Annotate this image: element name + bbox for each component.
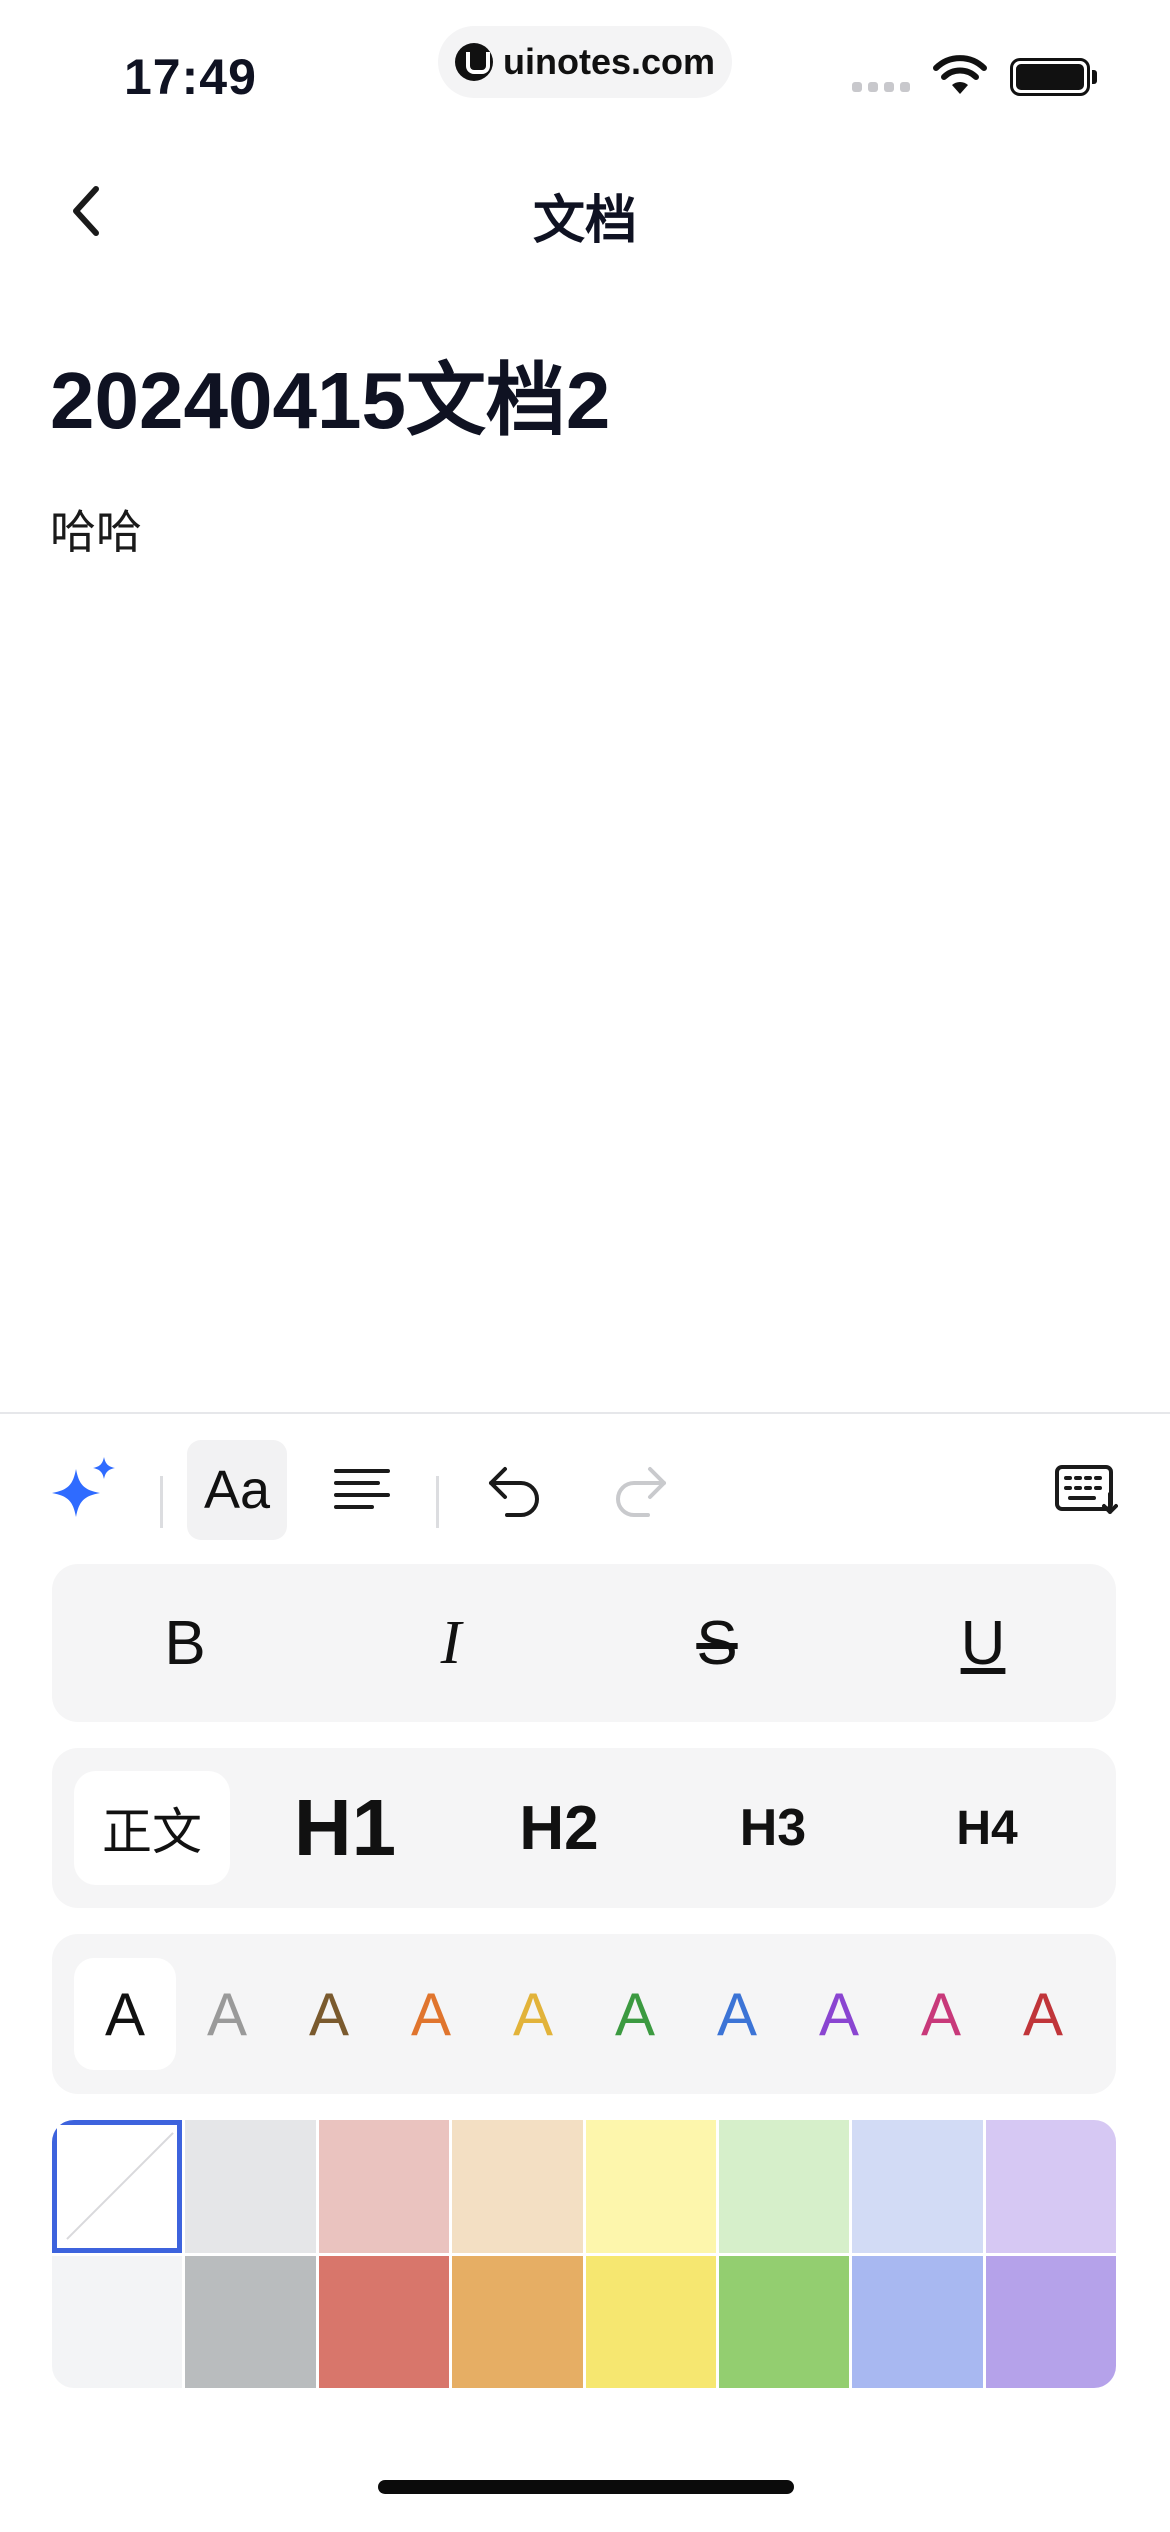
background-color-none-swatch[interactable] <box>52 2120 183 2253</box>
background-color-swatch[interactable] <box>852 2255 983 2388</box>
status-bar: 17:49 uinotes.com <box>0 0 1170 130</box>
document-body[interactable]: 哈哈 <box>50 496 142 562</box>
toolbar-divider <box>436 1476 439 1528</box>
font-color-label: A <box>614 1980 656 2048</box>
status-time: 17:49 <box>124 49 257 105</box>
font-color-orange[interactable]: A <box>380 1958 482 2070</box>
background-color-swatch[interactable] <box>318 2120 450 2253</box>
ai-sparkle-button[interactable] <box>34 1440 134 1540</box>
heading-label: H2 <box>519 1793 599 1863</box>
background-color-swatch[interactable] <box>985 2120 1116 2253</box>
background-color-grid <box>52 2120 1116 2388</box>
font-color-label: A <box>512 1980 554 2048</box>
italic-label: I <box>440 1608 462 1677</box>
font-color-label: A <box>206 1980 248 2048</box>
undo-button[interactable] <box>465 1440 565 1540</box>
font-color-yellow[interactable]: A <box>482 1958 584 2070</box>
align-button[interactable] <box>312 1440 412 1540</box>
font-color-label: A <box>104 1980 146 2048</box>
heading-label: H3 <box>739 1799 807 1857</box>
url-pill[interactable]: uinotes.com <box>438 26 732 98</box>
page-title: 文档 <box>532 192 637 250</box>
font-color-purple[interactable]: A <box>788 1958 890 2070</box>
formatting-panel: Aa B I S U 正文 H1 H2 H3 H4 A A A A A A A … <box>0 1412 1170 2532</box>
heading-h4-button[interactable]: H4 <box>880 1771 1094 1885</box>
text-format-button[interactable]: Aa <box>187 1440 287 1540</box>
wifi-icon <box>933 55 987 94</box>
font-color-pink[interactable]: A <box>890 1958 992 2070</box>
underline-label: U <box>960 1608 1006 1678</box>
heading-label: H4 <box>956 1801 1018 1855</box>
heading-h3-button[interactable]: H3 <box>666 1771 880 1885</box>
cellular-signal-icon <box>852 82 910 92</box>
background-color-swatch[interactable] <box>452 2120 583 2253</box>
font-color-brown[interactable]: A <box>278 1958 380 2070</box>
underline-button[interactable]: U <box>850 1564 1116 1722</box>
italic-button[interactable]: I <box>318 1564 584 1722</box>
undo-icon <box>489 1467 539 1517</box>
heading-body-button[interactable]: 正文 <box>74 1771 230 1885</box>
font-color-label: A <box>818 1980 860 2048</box>
text-style-row: B I S U <box>52 1564 1116 1722</box>
document-title[interactable]: 20240415文档2 <box>50 336 610 452</box>
keyboard-hide-icon <box>1055 1465 1118 1514</box>
font-color-gray[interactable]: A <box>176 1958 278 2070</box>
background-color-swatch[interactable] <box>452 2255 583 2388</box>
bold-label: B <box>164 1608 206 1678</box>
background-color-swatch[interactable] <box>585 2255 716 2388</box>
heading-row: 正文 H1 H2 H3 H4 <box>52 1748 1116 1908</box>
background-color-swatch[interactable] <box>185 2255 316 2388</box>
hide-keyboard-button[interactable] <box>1036 1440 1136 1540</box>
font-color-red[interactable]: A <box>992 1958 1094 2070</box>
toolbar-divider <box>160 1476 163 1528</box>
strikethrough-label: S <box>696 1608 738 1678</box>
heading-h1-button[interactable]: H1 <box>238 1771 452 1885</box>
font-color-label: A <box>1022 1980 1064 2048</box>
screen: 17:49 uinotes.com 文档 20240415文档2 哈哈 Aa B… <box>0 0 1170 2532</box>
font-color-label: A <box>308 1980 350 2048</box>
url-text: uinotes.com <box>502 41 716 82</box>
background-color-swatch[interactable] <box>185 2120 316 2253</box>
align-left-icon <box>334 1469 390 1509</box>
sparkle-icon <box>52 1457 115 1517</box>
battery-icon <box>1010 58 1090 96</box>
background-color-swatch[interactable] <box>318 2255 450 2388</box>
font-color-green[interactable]: A <box>584 1958 686 2070</box>
site-logo-icon <box>454 43 493 81</box>
heading-label: H1 <box>293 1783 397 1872</box>
font-color-row: A A A A A A A A A A <box>52 1934 1116 2094</box>
home-indicator[interactable] <box>378 2480 794 2494</box>
background-color-swatch[interactable] <box>985 2255 1116 2388</box>
battery-cap <box>1092 70 1097 84</box>
background-color-swatch[interactable] <box>718 2255 850 2388</box>
heading-label: 正文 <box>102 1804 202 1860</box>
background-color-swatch[interactable] <box>852 2120 983 2253</box>
text-format-label: Aa <box>203 1460 271 1520</box>
font-color-label: A <box>920 1980 962 2048</box>
background-color-swatch[interactable] <box>52 2255 183 2388</box>
font-color-label: A <box>716 1980 758 2048</box>
font-color-black[interactable]: A <box>74 1958 176 2070</box>
editor-toolbar: Aa <box>0 1440 1170 1550</box>
strikethrough-button[interactable]: S <box>584 1564 850 1722</box>
heading-h2-button[interactable]: H2 <box>452 1771 666 1885</box>
bold-button[interactable]: B <box>52 1564 318 1722</box>
redo-icon <box>616 1467 666 1517</box>
background-color-swatch[interactable] <box>585 2120 716 2253</box>
font-color-label: A <box>410 1980 452 2048</box>
font-color-blue[interactable]: A <box>686 1958 788 2070</box>
redo-button[interactable] <box>590 1440 690 1540</box>
background-color-swatch[interactable] <box>718 2120 850 2253</box>
